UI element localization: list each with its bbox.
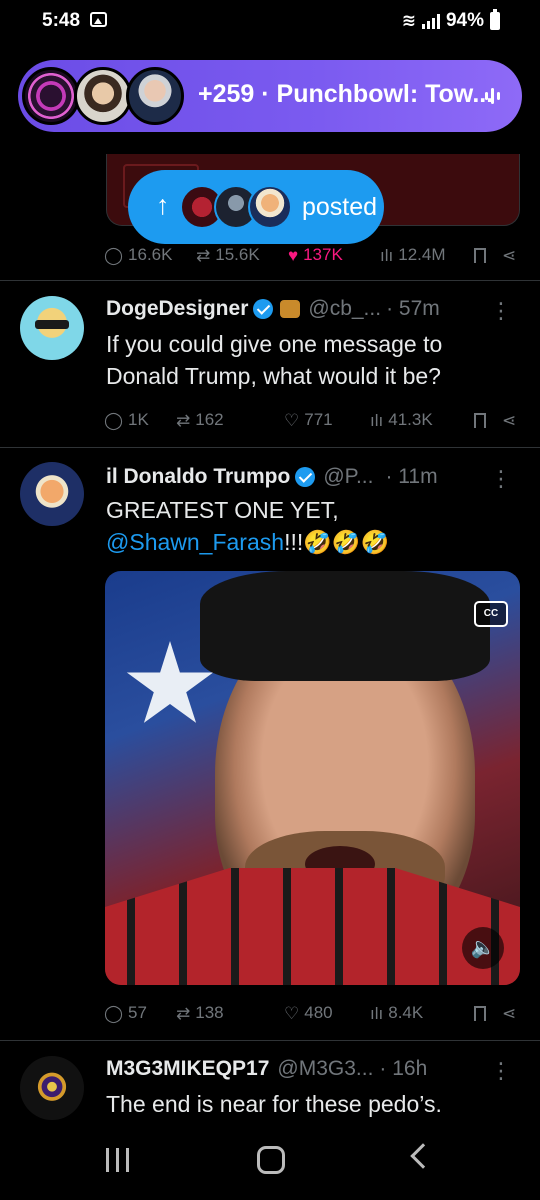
repost-button[interactable]: ⇄ 162 xyxy=(176,410,284,430)
tweet-header: DogeDesigner @cb_... · 57m xyxy=(106,294,486,324)
tweet-actions: ◯ 57 ⇄ 138 ♡ 480 ılı 8.4K ⋖ xyxy=(104,998,520,1028)
battery-icon xyxy=(490,9,500,30)
live-space-banner[interactable]: +259 · Punchbowl: Tow... xyxy=(18,60,522,132)
divider xyxy=(0,280,540,281)
heart-icon: ♡ xyxy=(284,410,300,430)
verified-badge-icon xyxy=(253,299,274,319)
space-speaker-avatar xyxy=(126,67,184,125)
share-icon[interactable]: ⋖ xyxy=(502,412,516,429)
author-handle[interactable]: @cb_... xyxy=(308,297,381,321)
system-nav-bar xyxy=(0,1128,540,1200)
bookmark-icon[interactable] xyxy=(474,412,486,433)
more-options-icon[interactable]: ⋮ xyxy=(490,1058,512,1084)
audio-wave-icon xyxy=(485,87,500,105)
like-button[interactable]: ♡ 771 xyxy=(284,410,370,430)
heart-icon: ♡ xyxy=(284,1003,300,1023)
gallery-notification-icon xyxy=(90,12,107,27)
status-bar: 5:48 ≋ 94% xyxy=(0,0,540,44)
tweet-text: The end is near for these pedo’s. xyxy=(106,1091,442,1117)
tweet-header: M3G3MIKEQP17 @M3G3... · 16h xyxy=(106,1054,486,1084)
divider xyxy=(0,1040,540,1041)
author-handle[interactable]: @P... xyxy=(323,465,373,489)
bookmark-icon[interactable] xyxy=(474,1005,486,1026)
home-icon[interactable] xyxy=(257,1146,285,1174)
wifi-icon: ≋ xyxy=(401,11,416,30)
reply-button[interactable]: ◯ 1K xyxy=(104,410,176,430)
tweet-time: · 11m xyxy=(385,465,438,488)
repost-button[interactable]: ⇄ 138 xyxy=(176,1003,284,1023)
author-name[interactable]: il Donaldo Trumpo xyxy=(106,465,290,489)
bookmark-icon[interactable] xyxy=(474,247,486,268)
tweet-text: If you could give one message to Donald … xyxy=(106,331,443,389)
reply-button[interactable]: ◯ 57 xyxy=(104,1003,176,1023)
tweet-text-line: GREATEST ONE YET, xyxy=(106,497,339,523)
more-options-icon[interactable]: ⋮ xyxy=(490,466,512,492)
tweet-actions: ◯ 16.6K ⇄ 15.6K ♥ 137K ılı 12.4M ⋖ xyxy=(104,240,520,270)
author-handle[interactable]: @M3G3... xyxy=(277,1057,373,1081)
tweet-actions: ◯ 1K ⇄ 162 ♡ 771 ılı 41.3K ⋖ xyxy=(104,405,520,435)
views-icon: ılı xyxy=(370,410,384,430)
reply-icon: ◯ xyxy=(104,245,124,265)
author-name[interactable]: DogeDesigner xyxy=(106,297,248,321)
repost-button[interactable]: ⇄ 15.6K xyxy=(196,245,288,265)
reply-icon: ◯ xyxy=(104,410,124,430)
views-icon: ılı xyxy=(380,245,394,265)
tweet-time: · 57m xyxy=(386,297,440,320)
affiliate-badge-icon xyxy=(280,300,301,318)
new-posts-button[interactable]: ↑ posted xyxy=(128,170,384,244)
views-icon: ılı xyxy=(370,1003,384,1023)
captions-button[interactable]: CC xyxy=(474,601,508,627)
like-button[interactable]: ♡ 480 xyxy=(284,1003,370,1023)
battery-percent: 94% xyxy=(445,10,484,31)
tweet-time: · 16h xyxy=(379,1057,428,1080)
arrow-up-icon: ↑ xyxy=(156,190,170,220)
like-button[interactable]: ♥ 137K xyxy=(288,245,380,265)
recents-icon[interactable] xyxy=(106,1148,129,1172)
repost-icon: ⇄ xyxy=(176,1003,191,1023)
tweet-text: GREATEST ONE YET, @Shawn_Farash!!!🤣🤣🤣 xyxy=(106,494,516,558)
views-button[interactable]: ılı 41.3K xyxy=(370,410,474,430)
avatar[interactable] xyxy=(20,296,84,360)
views-button[interactable]: ılı 12.4M xyxy=(380,245,474,265)
tweet-text-tail: !!!🤣🤣🤣 xyxy=(284,529,390,555)
repost-icon: ⇄ xyxy=(196,245,211,265)
share-icon[interactable]: ⋖ xyxy=(502,247,516,264)
reply-icon: ◯ xyxy=(104,1003,124,1023)
volume-icon[interactable]: 🔈 xyxy=(462,927,504,969)
repost-icon: ⇄ xyxy=(176,410,191,430)
posted-label: posted xyxy=(302,193,378,221)
divider xyxy=(0,447,540,448)
author-name[interactable]: M3G3MIKEQP17 xyxy=(106,1057,269,1081)
tweet-text-line: @Shawn_Farash!!!🤣🤣🤣 xyxy=(106,526,516,558)
status-time: 5:48 xyxy=(42,10,81,31)
more-options-icon[interactable]: ⋮ xyxy=(490,298,512,324)
avatar[interactable] xyxy=(20,462,84,526)
signal-icon xyxy=(421,13,440,29)
reply-button[interactable]: ◯ 16.6K xyxy=(104,245,196,265)
space-speaker-avatar xyxy=(74,67,132,125)
space-host-avatar xyxy=(22,67,80,125)
mention-link[interactable]: @Shawn_Farash xyxy=(106,529,284,555)
tweet-header: il Donaldo Trumpo @P... · 11m xyxy=(106,462,486,492)
avatar[interactable] xyxy=(20,1056,84,1120)
share-icon[interactable]: ⋖ xyxy=(502,1005,516,1022)
status-right: ≋ 94% xyxy=(401,9,500,32)
back-icon[interactable] xyxy=(410,1143,436,1169)
space-title: +259 · Punchbowl: Tow... xyxy=(198,80,494,108)
heart-icon: ♥ xyxy=(288,245,299,265)
video-cap xyxy=(200,571,490,681)
verified-badge-icon xyxy=(295,467,316,487)
views-button[interactable]: ılı 8.4K xyxy=(370,1003,474,1023)
tweet-video[interactable]: CC 🔈 xyxy=(105,571,520,985)
poster-avatar xyxy=(248,185,292,229)
